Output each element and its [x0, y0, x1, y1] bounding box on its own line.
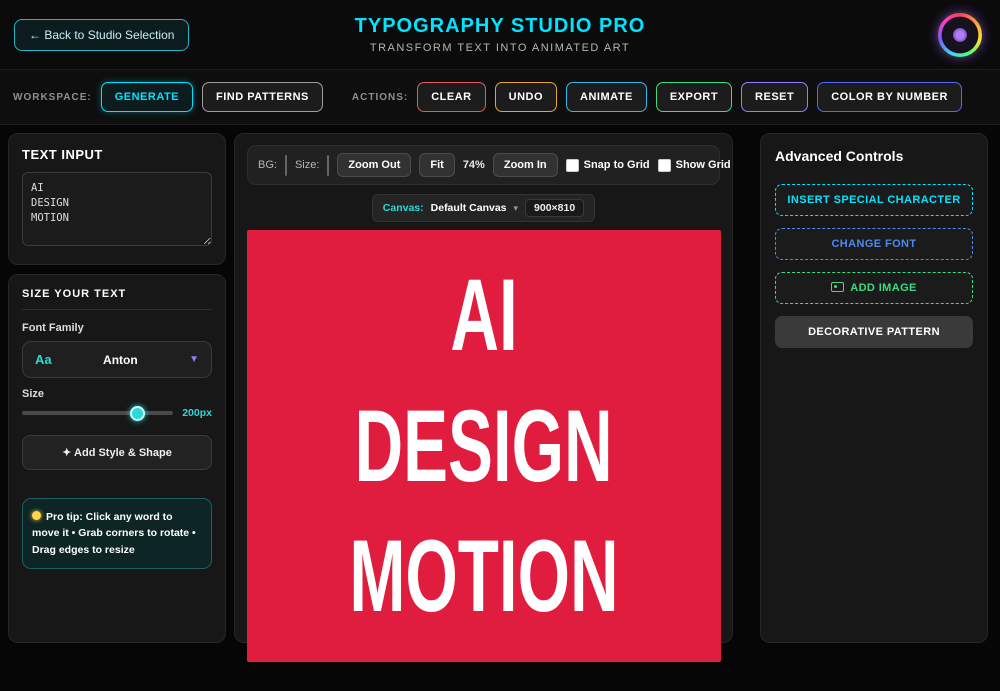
left-sidebar: TEXT INPUT AI DESIGN MOTION SIZE YOUR TE… [8, 133, 226, 643]
decorative-pattern-button[interactable]: DECORATIVE PATTERN [775, 316, 973, 348]
insert-special-character-button[interactable]: INSERT SPECIAL CHARACTER [775, 184, 973, 216]
pro-tip: Pro tip: Click any word to move it • Gra… [22, 498, 212, 569]
canvas-selector[interactable]: Canvas: Default Canvas ▾ 900×810 [372, 194, 595, 222]
size-color-swatch[interactable] [327, 155, 329, 176]
canvas-word[interactable]: MOTION [349, 511, 618, 642]
add-style-button[interactable]: ✦ Add Style & Shape [22, 435, 212, 470]
color-by-number-button[interactable]: COLOR BY NUMBER [817, 82, 962, 112]
actions-label: ACTIONS: [352, 92, 408, 103]
canvas-name: Default Canvas [431, 202, 507, 214]
clear-button[interactable]: CLEAR [417, 82, 485, 112]
snap-to-grid-label: Snap to Grid [584, 159, 650, 171]
lightbulb-icon [32, 511, 41, 520]
app-logo [936, 11, 984, 59]
add-image-button[interactable]: ADD IMAGE [775, 272, 973, 304]
page-subtitle: TRANSFORM TEXT INTO ANIMATED ART [355, 42, 646, 54]
change-font-button[interactable]: CHANGE FONT [775, 228, 973, 260]
canvas-word[interactable]: AI [450, 250, 517, 381]
design-canvas[interactable]: AI DESIGN MOTION [247, 230, 721, 662]
add-style-label: Add Style & Shape [74, 447, 172, 459]
zoom-out-button[interactable]: Zoom Out [337, 153, 411, 177]
font-family-label: Font Family [22, 322, 212, 334]
chevron-down-icon: ▾ [514, 203, 519, 214]
title-block: TYPOGRAPHY STUDIO PRO TRANSFORM TEXT INT… [355, 15, 646, 54]
page-title: TYPOGRAPHY STUDIO PRO [355, 15, 646, 38]
size-section-title: SIZE YOUR TEXT [22, 288, 212, 310]
add-image-label: ADD IMAGE [850, 282, 917, 294]
export-button[interactable]: EXPORT [656, 82, 732, 112]
zoom-in-button[interactable]: Zoom In [493, 153, 558, 177]
text-input-field[interactable]: AI DESIGN MOTION [22, 172, 212, 246]
advanced-controls-title: Advanced Controls [775, 148, 973, 164]
size-slider-row: 200px [22, 407, 212, 419]
show-grid-toggle[interactable]: Show Grid [658, 159, 731, 172]
zoom-level: 74% [463, 159, 485, 171]
snap-to-grid-toggle[interactable]: Snap to Grid [566, 159, 650, 172]
pro-tip-text: Pro tip: Click any word to move it • Gra… [32, 511, 196, 556]
image-icon [831, 282, 844, 292]
show-grid-label: Show Grid [676, 159, 731, 171]
header: ← Back to Studio Selection TYPOGRAPHY ST… [0, 0, 1000, 70]
animate-button[interactable]: ANIMATE [566, 82, 647, 112]
size-swatch-label: Size: [295, 159, 319, 171]
size-slider[interactable] [22, 411, 173, 415]
font-icon: Aa [35, 352, 52, 367]
sparkle-icon: ✦ [62, 447, 71, 459]
main-toolbar: WORKSPACE: GENERATE FIND PATTERNS ACTION… [0, 70, 1000, 125]
canvas-panel: BG: Size: Zoom Out Fit 74% Zoom In Snap … [234, 133, 733, 643]
find-patterns-button[interactable]: FIND PATTERNS [202, 82, 323, 112]
size-label: Size [22, 388, 212, 400]
size-value: 200px [182, 407, 212, 419]
advanced-controls-panel: Advanced Controls INSERT SPECIAL CHARACT… [760, 133, 988, 643]
workspace-label: WORKSPACE: [13, 92, 92, 103]
chevron-down-icon: ▼ [189, 354, 199, 365]
canvas-toolbar: BG: Size: Zoom Out Fit 74% Zoom In Snap … [247, 145, 720, 185]
canvas-dimensions: 900×810 [525, 199, 584, 217]
bg-label: BG: [258, 159, 277, 171]
text-input-title: TEXT INPUT [22, 147, 212, 162]
main-content: TEXT INPUT AI DESIGN MOTION SIZE YOUR TE… [0, 125, 1000, 651]
fit-button[interactable]: Fit [419, 153, 454, 177]
canvas-label: Canvas: [383, 202, 424, 214]
canvas-word[interactable]: DESIGN [355, 381, 613, 512]
bg-color-swatch[interactable] [285, 155, 287, 176]
text-input-card: TEXT INPUT AI DESIGN MOTION [8, 133, 226, 265]
size-card: SIZE YOUR TEXT Font Family Aa Anton ▼ Si… [8, 274, 226, 643]
show-grid-checkbox[interactable] [658, 159, 671, 172]
snap-to-grid-checkbox[interactable] [566, 159, 579, 172]
generate-button[interactable]: GENERATE [101, 82, 193, 112]
font-family-select[interactable]: Aa Anton ▼ [22, 341, 212, 378]
font-family-value: Anton [60, 353, 181, 367]
undo-button[interactable]: UNDO [495, 82, 557, 112]
reset-button[interactable]: RESET [741, 82, 808, 112]
advanced-buttons: INSERT SPECIAL CHARACTER CHANGE FONT ADD… [775, 184, 973, 348]
back-button[interactable]: ← Back to Studio Selection [14, 19, 189, 51]
